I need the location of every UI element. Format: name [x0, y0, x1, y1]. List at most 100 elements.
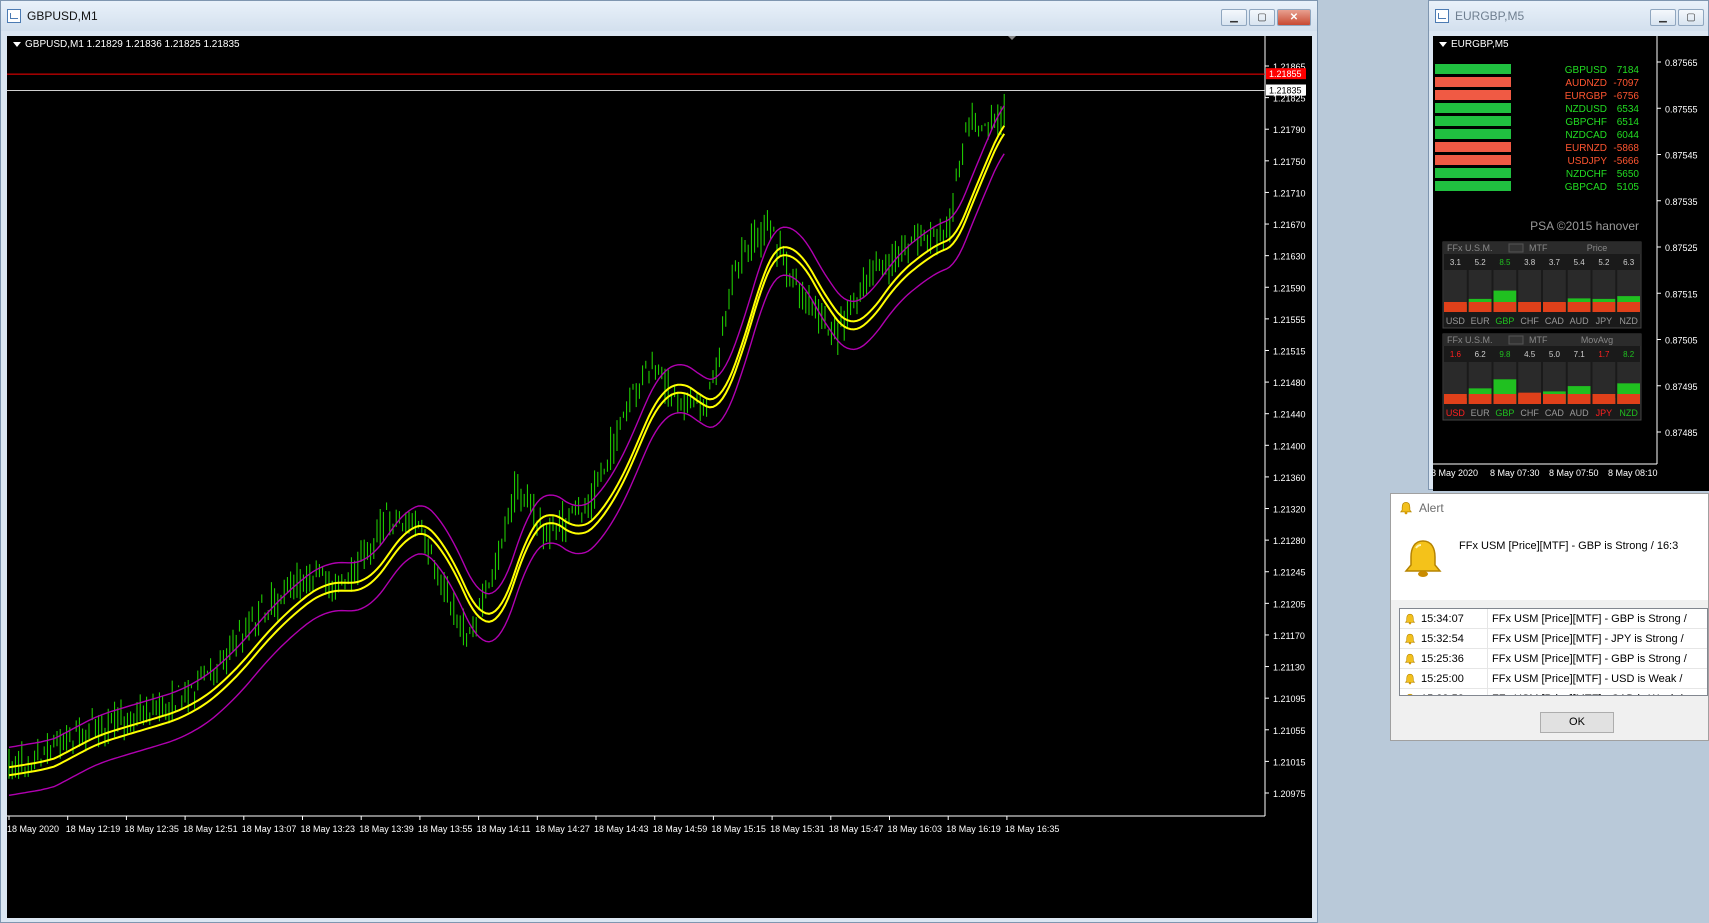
price-tick-label: 1.21245	[1273, 568, 1306, 578]
pair-strength-bar	[1435, 129, 1511, 139]
alert-row-time: 15:25:00	[1421, 672, 1464, 685]
price-tick-label: 1.21320	[1273, 505, 1306, 515]
price-tick-label: 1.21590	[1273, 283, 1306, 293]
time-tick-label: 18 May 13:23	[301, 824, 356, 834]
alert-titlebar[interactable]: Alert	[1391, 494, 1708, 522]
pair-strength-bar	[1435, 142, 1511, 152]
side-chart-window[interactable]: EURGBP,M5 ▁ ▢ 0.87565 0.87555 0.87545 0.875…	[1428, 0, 1709, 491]
meter-currency: JPY	[1596, 316, 1613, 326]
alert-row-message: FFx USM [Price][MTF] - USD is Weak /	[1492, 672, 1683, 685]
meter-bar-base	[1468, 394, 1492, 404]
meter-bar-base	[1617, 302, 1640, 312]
meter-currency: CHF	[1520, 408, 1539, 418]
alert-row-time: 15:34:07	[1421, 612, 1464, 625]
alert-row-message: FFx USM [Price][MTF] - GBP is Strong /	[1492, 612, 1687, 625]
meter-currency: USD	[1446, 316, 1466, 326]
meter-bar-base	[1444, 394, 1467, 404]
pair-value: -6756	[1613, 91, 1639, 102]
meter-title: FFx U.S.M.	[1447, 243, 1493, 253]
price-tick-label: 1.21630	[1273, 252, 1306, 262]
pair-strength-bar	[1435, 116, 1511, 126]
price-tick-label: 1.21095	[1273, 694, 1306, 704]
price-tick-label: 1.21205	[1273, 599, 1306, 609]
main-price-chart[interactable]: 1.218651.218251.217901.217501.217101.216…	[7, 36, 1312, 918]
meter-value: 3.1	[1450, 258, 1462, 267]
side-window-titlebar[interactable]: EURGBP,M5 ▁ ▢	[1429, 1, 1708, 31]
alert-dialog[interactable]: Alert FFx USM [Price][MTF] - GBP is Stro…	[1390, 493, 1709, 741]
side-chart-panel[interactable]: 0.87565 0.87555 0.87545 0.87535 0.87525 0.875…	[1433, 36, 1709, 491]
price-tick-label: 1.21710	[1273, 188, 1306, 198]
side-window-title: EURGBP,M5	[1455, 9, 1525, 23]
chart-window-icon	[7, 9, 21, 23]
meter-value: 5.4	[1574, 258, 1586, 267]
alert-row[interactable]: 15:25:00 FFx USM [Price][MTF] - USD is We…	[1400, 669, 1707, 689]
side-chart-canvas[interactable]: 0.87565 0.87555 0.87545 0.87535 0.87525 0.875…	[1433, 36, 1709, 491]
price-tick-label: 1.21750	[1273, 157, 1306, 167]
time-tick-label: 8 May 07:50	[1549, 468, 1599, 478]
meter-currency: EUR	[1471, 316, 1491, 326]
meter-value: 3.7	[1549, 258, 1561, 267]
main-chart-window[interactable]: GBPUSD,M1 ▁ ▢ ✕ 1.21865 1.21825 1.21790 1.2…	[0, 0, 1318, 923]
alert-history-list[interactable]: 15:34:07 FFx USM [Price][MTF] - GBP is St…	[1399, 608, 1708, 696]
main-window-titlebar[interactable]: GBPUSD,M1 ▁ ▢ ✕	[1, 1, 1317, 31]
alert-row[interactable]: 15:23:52 FFx USM [Price][MTF] - CAD is We…	[1400, 689, 1707, 695]
minimize-button[interactable]: ▁	[1221, 9, 1247, 26]
chart-menu-icon[interactable]	[1439, 41, 1447, 47]
chart-shift-marker[interactable]	[1008, 36, 1016, 40]
alert-row[interactable]: 15:32:54 FFx USM [Price][MTF] - JPY is St…	[1400, 629, 1707, 649]
meter-currency: NZD	[1619, 408, 1638, 418]
price-tick-label: 0.87545	[1665, 151, 1698, 161]
meter-timeframe: MTF	[1529, 243, 1548, 253]
meter-bar-base	[1617, 394, 1640, 404]
pair-name: NZDCHF	[1566, 169, 1607, 180]
maximize-button[interactable]: ▢	[1249, 9, 1275, 26]
pair-name: USDJPY	[1568, 156, 1608, 167]
alert-row-time: 15:25:36	[1421, 652, 1464, 665]
gear-icon[interactable]	[1508, 243, 1524, 253]
pair-name: AUDNZD	[1565, 78, 1607, 89]
price-tick-label: 1.21360	[1273, 473, 1306, 483]
price-tick-label: 1.20975	[1273, 789, 1306, 799]
bell-icon	[1404, 673, 1416, 684]
time-tick-label: 18 May 2020	[7, 824, 59, 834]
time-tick-label: 18 May 15:15	[711, 824, 766, 834]
time-tick-label: 8 May 08:10	[1608, 468, 1658, 478]
pair-value: 6534	[1617, 104, 1640, 115]
main-chart-header: GBPUSD,M1 1.21829 1.21836 1.21825 1.2183…	[13, 39, 240, 50]
time-tick-label: 18 May 13:39	[359, 824, 414, 834]
close-button[interactable]: ✕	[1277, 9, 1311, 26]
minimize-button[interactable]: ▁	[1650, 9, 1676, 26]
strength-meter-price: FFx U.S.M. MTF Price 3.1 USD 5.2 EUR 8.5 GBP 3.8 C…	[1442, 241, 1642, 329]
maximize-button[interactable]: ▢	[1678, 9, 1704, 26]
pair-strength-bar	[1435, 103, 1511, 113]
meter-value: 5.2	[1598, 258, 1610, 267]
time-tick-label: 8 May 07:30	[1490, 468, 1540, 478]
price-tick-label: 0.87515	[1665, 289, 1698, 299]
meter-timeframe: MTF	[1529, 335, 1548, 345]
alert-message-area: FFx USM [Price][MTF] - GBP is Strong / 1…	[1391, 522, 1708, 600]
pair-strength-bar	[1435, 90, 1511, 100]
main-window-title: GBPUSD,M1	[27, 9, 98, 23]
chart-menu-icon[interactable]	[13, 41, 21, 47]
alert-row[interactable]: 15:34:07 FFx USM [Price][MTF] - GBP is St…	[1400, 609, 1707, 629]
price-tick-label: 0.87535	[1665, 197, 1698, 207]
main-chart-canvas[interactable]: 1.21865 1.21825 1.21790 1.21750 1.21710 1.216…	[7, 36, 1312, 918]
meter-currency: EUR	[1471, 408, 1491, 418]
pair-name: GBPCHF	[1565, 117, 1607, 128]
time-tick-label: 18 May 14:59	[653, 824, 708, 834]
meter-bar-base	[1444, 302, 1467, 312]
alert-row-time-cell: 15:23:52	[1400, 689, 1488, 695]
pair-value: 5650	[1617, 169, 1640, 180]
ok-button[interactable]: OK	[1540, 712, 1614, 733]
meter-mode: MovAvg	[1581, 335, 1613, 345]
side-chart-header: EURGBP,M5	[1439, 39, 1509, 50]
time-tick-label: 18 May 14:27	[535, 824, 590, 834]
pair-name: EURNZD	[1565, 143, 1607, 154]
bell-icon	[1404, 653, 1416, 664]
gear-icon[interactable]	[1508, 335, 1524, 345]
meter-value: 5.0	[1549, 350, 1561, 359]
meter-value: 8.5	[1499, 258, 1511, 267]
ask-price-label: 1.21855	[1269, 69, 1302, 79]
meter-value: 3.8	[1524, 258, 1536, 267]
alert-row[interactable]: 15:25:36 FFx USM [Price][MTF] - GBP is St…	[1400, 649, 1707, 669]
